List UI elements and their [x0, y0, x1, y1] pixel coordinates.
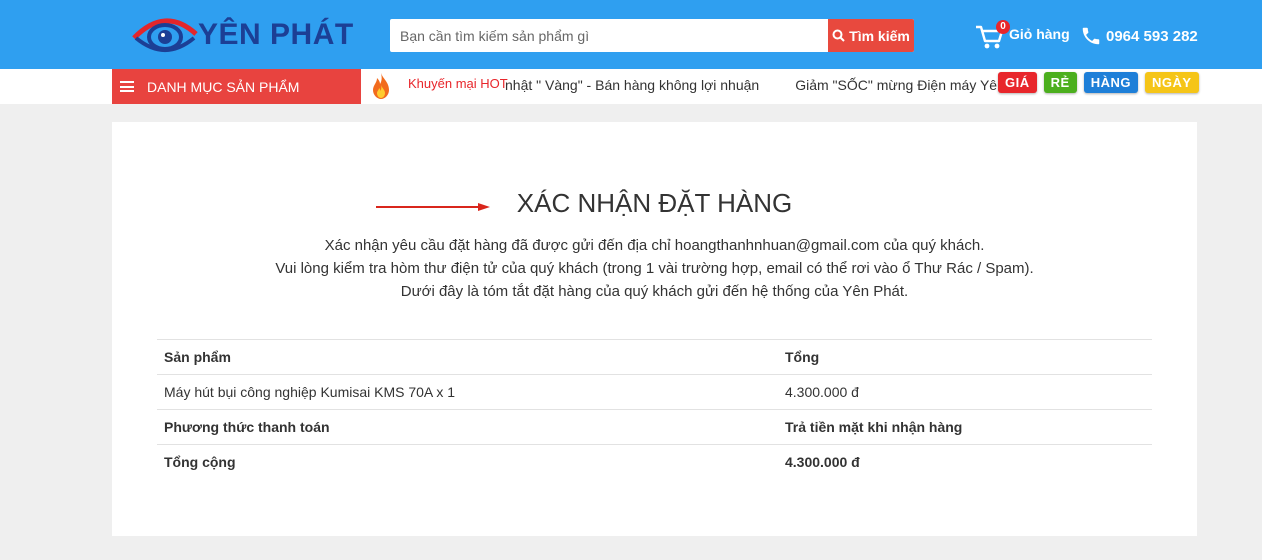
confirmation-message-line: Xác nhận yêu cầu đặt hàng đã được gửi đế…: [324, 237, 985, 254]
product-name[interactable]: Máy hút bụi công nghiệp Kumisai KMS 70A …: [157, 374, 780, 410]
badge-hang: HÀNG: [1083, 72, 1138, 93]
table-header-row: Sản phẩm Tổng: [157, 339, 1152, 375]
order-confirmation-panel: XÁC NHẬN ĐẶT HÀNG Xác nhận yêu cầu đặt h…: [112, 122, 1197, 536]
search-button-label: Tìm kiếm: [849, 27, 910, 44]
grand-total-label: Tổng cộng: [157, 444, 780, 480]
site-header: YÊN PHÁT Tìm kiếm 0 Giỏ hàng 0964 593 28…: [0, 0, 1262, 69]
phone-number: 0964 593 282: [1106, 27, 1198, 45]
page-title-text: XÁC NHẬN ĐẶT HÀNG: [516, 188, 793, 218]
payment-method-label: Phương thức thanh toán: [157, 409, 780, 445]
menu-icon: [120, 81, 134, 92]
payment-method-value: Trả tiền mặt khi nhận hàng: [780, 409, 1152, 445]
page-title: XÁC NHẬN ĐẶT HÀNG: [112, 188, 1197, 219]
search-bar: Tìm kiếm: [390, 19, 914, 52]
confirmation-message-line: Dưới đây là tóm tắt đặt hàng của quý khá…: [400, 283, 909, 300]
eye-logo-icon: [132, 18, 198, 52]
cart-count-badge: 0: [996, 20, 1010, 34]
site-logo[interactable]: YÊN PHÁT: [130, 8, 353, 62]
nav-bar: DANH MỤC SẢN PHẨM Khuyến mại HOT nhật " …: [0, 69, 1262, 104]
cart-label: Giỏ hàng: [1009, 26, 1070, 42]
table-row: Tổng cộng 4.300.000 đ: [157, 444, 1152, 480]
phone-icon: [1082, 27, 1100, 45]
badge-gia: GIÁ: [998, 72, 1037, 93]
cart-icon: 0: [975, 20, 1010, 50]
hotline[interactable]: 0964 593 282: [1080, 24, 1198, 48]
search-button[interactable]: Tìm kiếm: [828, 19, 914, 52]
grand-total-value: 4.300.000 đ: [780, 444, 1152, 480]
product-total: 4.300.000 đ: [780, 374, 1152, 410]
category-menu-label: DANH MỤC SẢN PHẨM: [147, 78, 300, 95]
order-summary-table: Sản phẩm Tổng Máy hút bụi công nghiệp Ku…: [157, 339, 1152, 480]
column-header-total: Tổng: [780, 339, 1152, 375]
ticker-item[interactable]: nhật " Vàng" - Bán hàng không lợi nhuận: [505, 69, 759, 101]
promo-badges: GIÁ RẺ HÀNG NGÀY: [998, 72, 1199, 93]
confirmation-message-line: Vui lòng kiểm tra hòm thư điện tử của qu…: [275, 260, 1034, 277]
cart-button[interactable]: 0 Giỏ hàng: [975, 20, 1070, 50]
search-icon: [832, 29, 845, 42]
ticker-item[interactable]: Giảm "SỐC" mừng Điện máy Yên Phát: [795, 69, 1000, 101]
column-header-product: Sản phẩm: [157, 339, 780, 375]
category-menu-button[interactable]: DANH MỤC SẢN PHẨM: [112, 69, 361, 104]
table-row: Máy hút bụi công nghiệp Kumisai KMS 70A …: [157, 374, 1152, 410]
badge-ngay: NGÀY: [1144, 72, 1199, 93]
table-row: Phương thức thanh toán Trả tiền mặt khi …: [157, 409, 1152, 445]
search-input[interactable]: [390, 19, 828, 52]
fire-icon: [373, 73, 389, 99]
badge-re: RẺ: [1043, 72, 1077, 93]
promo-ticker: nhật " Vàng" - Bán hàng không lợi nhuận G…: [505, 69, 1000, 104]
brand-name: YÊN PHÁT: [198, 18, 354, 51]
hot-deals-link[interactable]: Khuyến mại HOT: [408, 76, 508, 91]
